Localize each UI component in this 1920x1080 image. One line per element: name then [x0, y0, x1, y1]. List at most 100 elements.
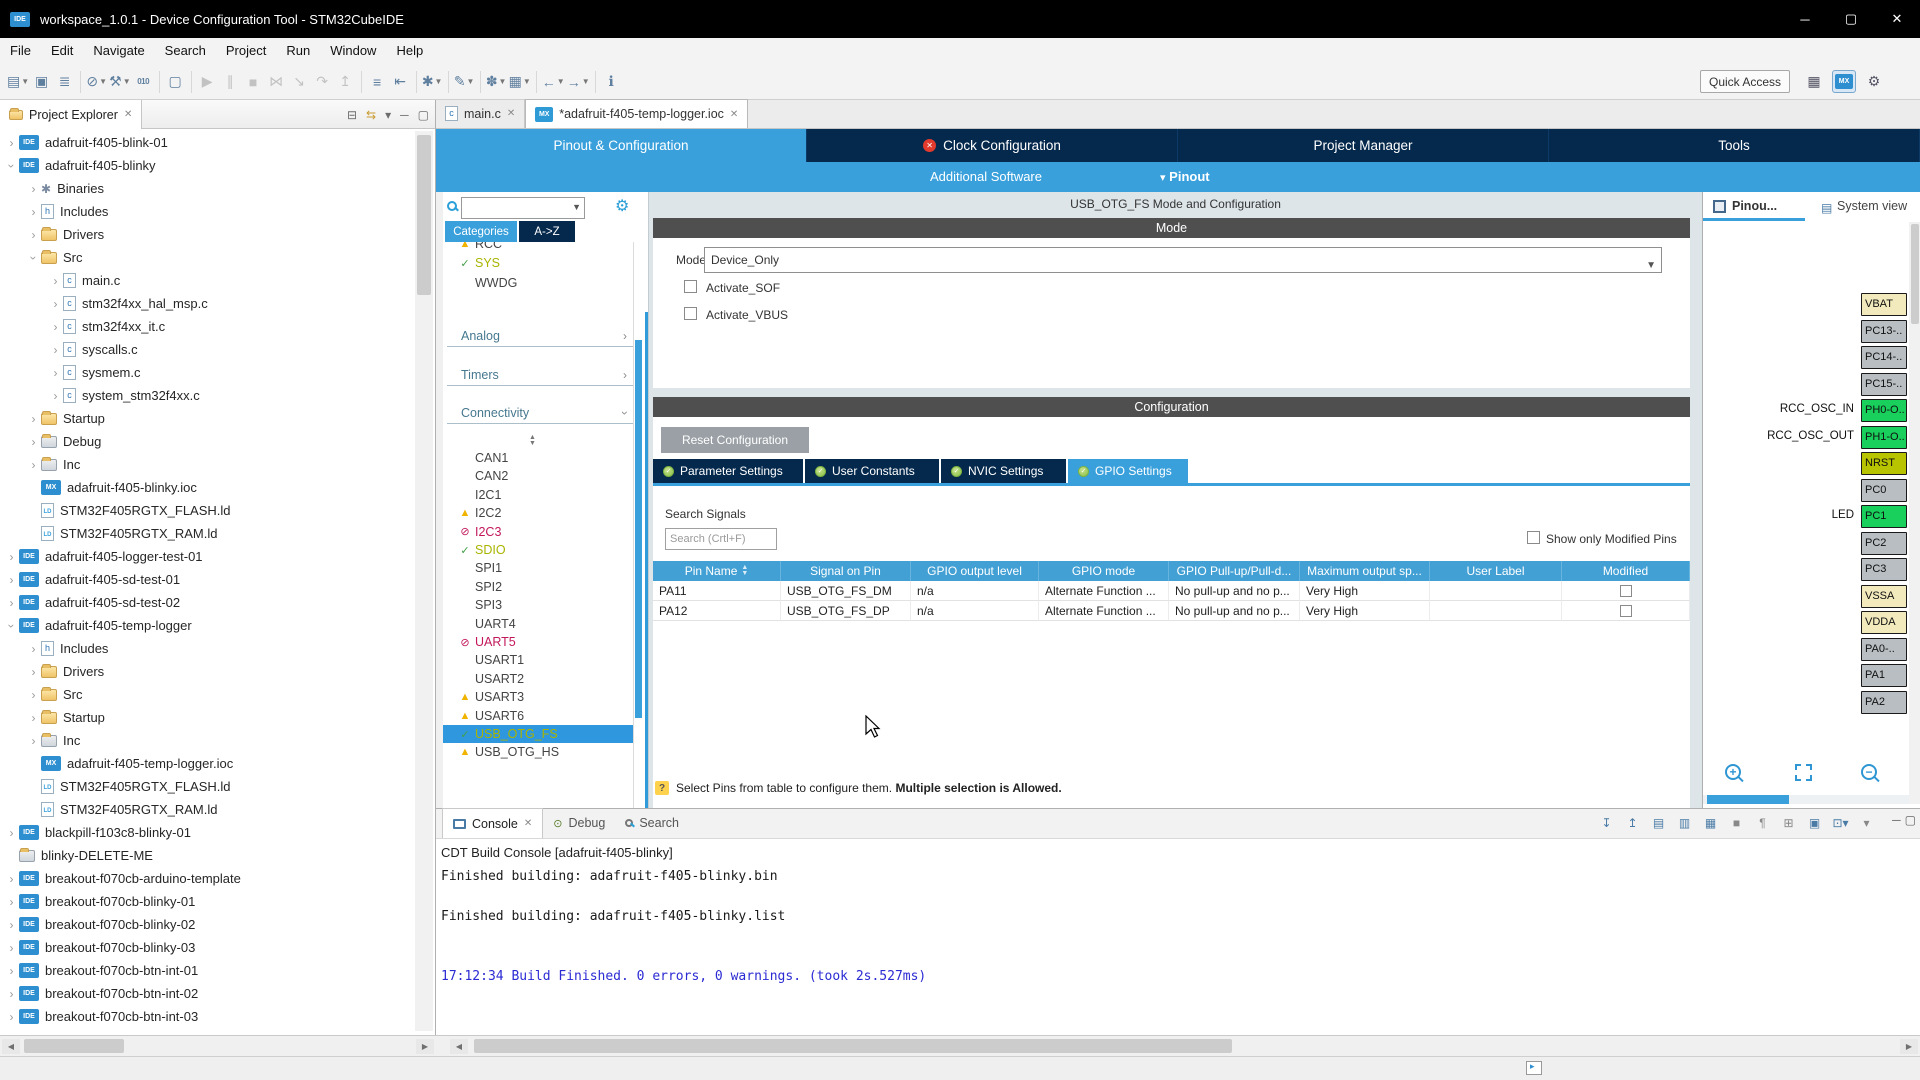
tree-item[interactable]: › h Includes [0, 637, 411, 660]
column-header[interactable]: Signal on Pin [781, 561, 911, 581]
tree-item[interactable]: › IDE breakout-f070cb-blinky-03 [0, 936, 411, 959]
peripheral-item-usart3[interactable]: ▲ USART3 [443, 688, 633, 706]
last-edit-location-icon[interactable]: ⇤ [389, 70, 412, 94]
expand-chevron[interactable]: › [26, 228, 41, 242]
expand-chevron[interactable]: › [4, 1010, 19, 1024]
scroll-left-icon[interactable]: ◀ [450, 1039, 468, 1054]
close-tab-icon[interactable]: ✕ [730, 109, 738, 120]
tree-item[interactable]: › c main.c [0, 269, 411, 292]
expand-chevron[interactable]: › [4, 550, 19, 564]
expand-chevron[interactable]: › [48, 320, 63, 334]
tree-item[interactable]: › IDE adafruit-f405-temp-logger [0, 614, 411, 637]
expand-chevron[interactable]: › [48, 274, 63, 288]
expand-chevron[interactable]: › [4, 596, 19, 610]
skip-all-breakpoints-icon[interactable]: ⊘ ▼ [85, 70, 108, 94]
tab-tools[interactable]: Tools [1549, 129, 1920, 162]
tab-project-manager[interactable]: Project Manager [1178, 129, 1549, 162]
build-all-icon[interactable]: ⚒ ▼ [108, 70, 131, 94]
tree-item[interactable]: › Src [0, 683, 411, 706]
menu-window[interactable]: Window [320, 38, 386, 64]
pin-ph1o[interactable]: PH1-O.. [1861, 425, 1907, 449]
table-cell[interactable]: No pull-up and no p... [1169, 601, 1300, 621]
pin-pc2[interactable]: PC2 [1861, 531, 1907, 555]
word-wrap-icon[interactable]: ¶ [1753, 813, 1772, 832]
reset-configuration-button[interactable]: Reset Configuration [661, 427, 809, 453]
pin-pc0[interactable]: PC0 [1861, 478, 1907, 502]
expand-chevron[interactable]: › [26, 205, 41, 219]
pin-nrst[interactable]: NRST [1861, 452, 1907, 475]
maximize-view-icon[interactable]: ▢ [1905, 813, 1916, 827]
column-header[interactable]: Modified [1562, 561, 1690, 581]
pinout-vertical-scrollbar[interactable] [1909, 222, 1920, 804]
background-task-icon[interactable] [1526, 1061, 1542, 1075]
menu-search[interactable]: Search [155, 38, 216, 64]
pin-pa0[interactable]: PA0-.. [1861, 637, 1907, 661]
tree-item[interactable]: LD STM32F405RGTX_FLASH.ld [0, 775, 411, 798]
peripheral-item-i2c3[interactable]: ⊘ I2C3 [443, 523, 633, 541]
tree-item[interactable]: › Drivers [0, 660, 411, 683]
pin-pc13[interactable]: PC13-.. [1861, 319, 1907, 343]
menu-help[interactable]: Help [386, 38, 433, 64]
table-cell[interactable] [1430, 581, 1562, 601]
back-icon[interactable]: ← ▼ [541, 70, 566, 94]
maximize-view-icon[interactable]: ▢ [418, 108, 429, 122]
modified-checkbox[interactable] [1619, 604, 1632, 617]
scroll-right-icon[interactable]: ▶ [1900, 1039, 1918, 1054]
explorer-vertical-scrollbar[interactable] [415, 131, 433, 1031]
peripheral-item-sdio[interactable]: ✓ SDIO [443, 541, 633, 559]
tree-item[interactable]: › c sysmem.c [0, 361, 411, 384]
expand-chevron[interactable]: › [26, 642, 41, 656]
expand-chevron[interactable]: › [4, 826, 19, 840]
minimize-view-icon[interactable]: ─ [1892, 813, 1901, 827]
close-view-icon[interactable]: ✕ [124, 109, 132, 120]
tab-system-view[interactable]: System view [1837, 199, 1907, 213]
tab-pinout-view[interactable]: Pinou... [1732, 199, 1777, 213]
list-scroll-spinner[interactable]: ▲ ▼ [529, 434, 536, 447]
fit-to-screen-icon[interactable] [1795, 764, 1812, 781]
open-console-view-icon[interactable]: ▢ [164, 70, 187, 94]
view-menu-icon[interactable]: ▾ [385, 108, 391, 122]
tree-item[interactable]: › IDE adafruit-f405-sd-test-02 [0, 591, 411, 614]
scroll-left-icon[interactable]: ◀ [2, 1039, 20, 1054]
tree-item[interactable]: › IDE adafruit-f405-blinky [0, 154, 411, 177]
column-header[interactable]: Maximum output sp... [1300, 561, 1430, 581]
minimize-button[interactable]: ─ [1782, 0, 1828, 38]
table-cell[interactable]: PA12 [653, 601, 781, 621]
tab-user-constants[interactable]: ✓ User Constants [805, 459, 939, 483]
mode-select[interactable]: Device_Only ▼ [704, 247, 1662, 273]
peripheral-item-usart6[interactable]: ▲ USART6 [443, 707, 633, 725]
expand-chevron[interactable]: › [5, 158, 19, 173]
tree-item[interactable]: › h Includes [0, 200, 411, 223]
table-cell[interactable]: n/a [911, 581, 1039, 601]
menu-navigate[interactable]: Navigate [83, 38, 154, 64]
pin-pc3[interactable]: PC3 [1861, 558, 1907, 581]
pin-pc1[interactable]: PC1 [1861, 505, 1907, 528]
table-cell[interactable]: Very High [1300, 601, 1430, 621]
peripheral-item-usb_otg_hs[interactable]: ▲ USB_OTG_HS [443, 743, 633, 761]
additional-software-button[interactable]: Additional Software [836, 162, 1136, 192]
menu-project[interactable]: Project [216, 38, 276, 64]
console-output[interactable]: Finished building: adafruit-f405-blinky.… [441, 867, 926, 987]
save-all-icon[interactable]: ≣ [53, 70, 76, 94]
expand-chevron[interactable]: › [4, 941, 19, 955]
minimize-view-icon[interactable]: ─ [400, 108, 409, 122]
modified-checkbox[interactable] [1619, 584, 1632, 597]
search-actions-icon[interactable]: ✽ ▼ [485, 70, 508, 94]
tab-console[interactable]: Console ✕ [442, 808, 544, 838]
column-header[interactable]: Pin Name ▲ ▼ [653, 561, 781, 581]
expand-chevron[interactable]: › [4, 573, 19, 587]
tree-item[interactable]: › c syscalls.c [0, 338, 411, 361]
table-cell[interactable]: No pull-up and no p... [1169, 581, 1300, 601]
expand-chevron[interactable]: › [26, 412, 41, 426]
pinout-horizontal-scrollbar[interactable] [1703, 795, 1909, 804]
column-header[interactable]: GPIO mode [1039, 561, 1169, 581]
peripheral-item-i2c1[interactable]: I2C1 [443, 486, 633, 504]
tree-item[interactable]: › c stm32f4xx_hal_msp.c [0, 292, 411, 315]
tab-gpio-settings[interactable]: ✓ GPIO Settings [1068, 459, 1188, 483]
activate-sof-checkbox[interactable] [684, 280, 697, 293]
pin-pc14[interactable]: PC14-.. [1861, 346, 1907, 369]
peripheral-item-wwdg[interactable]: WWDG [443, 273, 633, 292]
peripheral-item-spi3[interactable]: SPI3 [443, 596, 633, 614]
expand-chevron[interactable]: › [48, 297, 63, 311]
tree-item[interactable]: › IDE breakout-f070cb-btn-int-01 [0, 959, 411, 982]
